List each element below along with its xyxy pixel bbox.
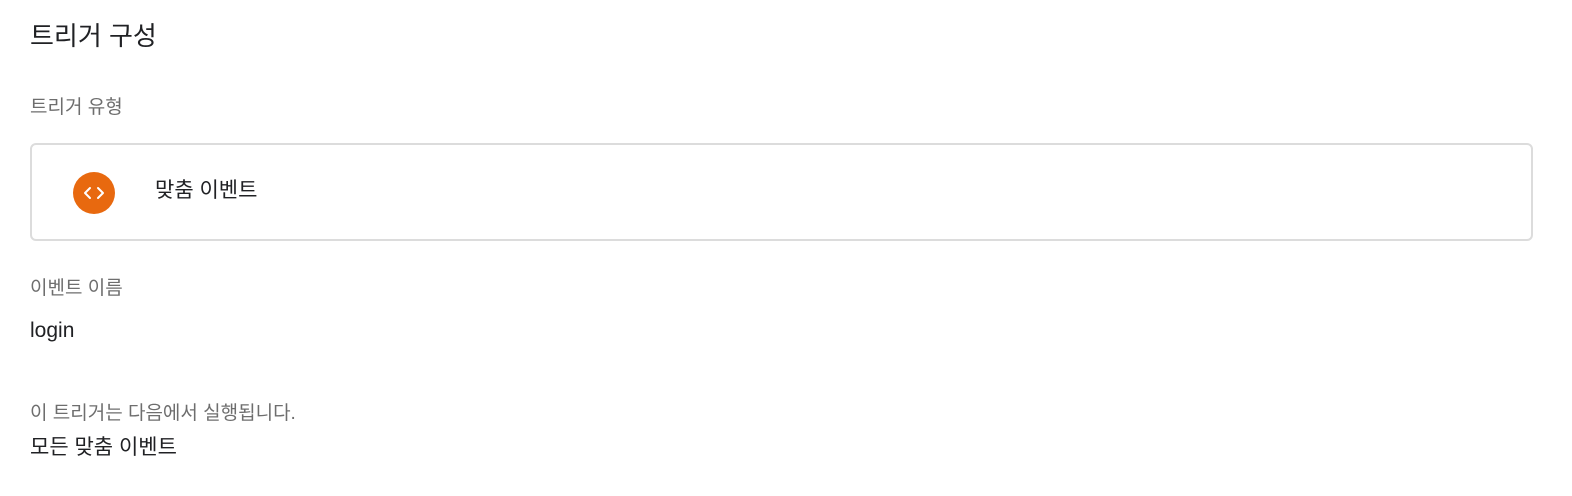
event-name-label: 이벤트 이름 xyxy=(30,278,123,299)
page-title: 트리거 구성 xyxy=(30,21,157,51)
runs-on-value: 모든 맞춤 이벤트 xyxy=(30,436,177,459)
runs-on-label: 이 트리거는 다음에서 실행됩니다. xyxy=(30,403,296,424)
event-name-value: login xyxy=(30,319,75,342)
trigger-type-label: 트리거 유형 xyxy=(30,97,123,118)
trigger-type-name: 맞춤 이벤트 xyxy=(155,179,258,202)
code-brackets-icon xyxy=(73,172,115,214)
trigger-type-card[interactable]: 맞춤 이벤트 xyxy=(30,143,1533,241)
